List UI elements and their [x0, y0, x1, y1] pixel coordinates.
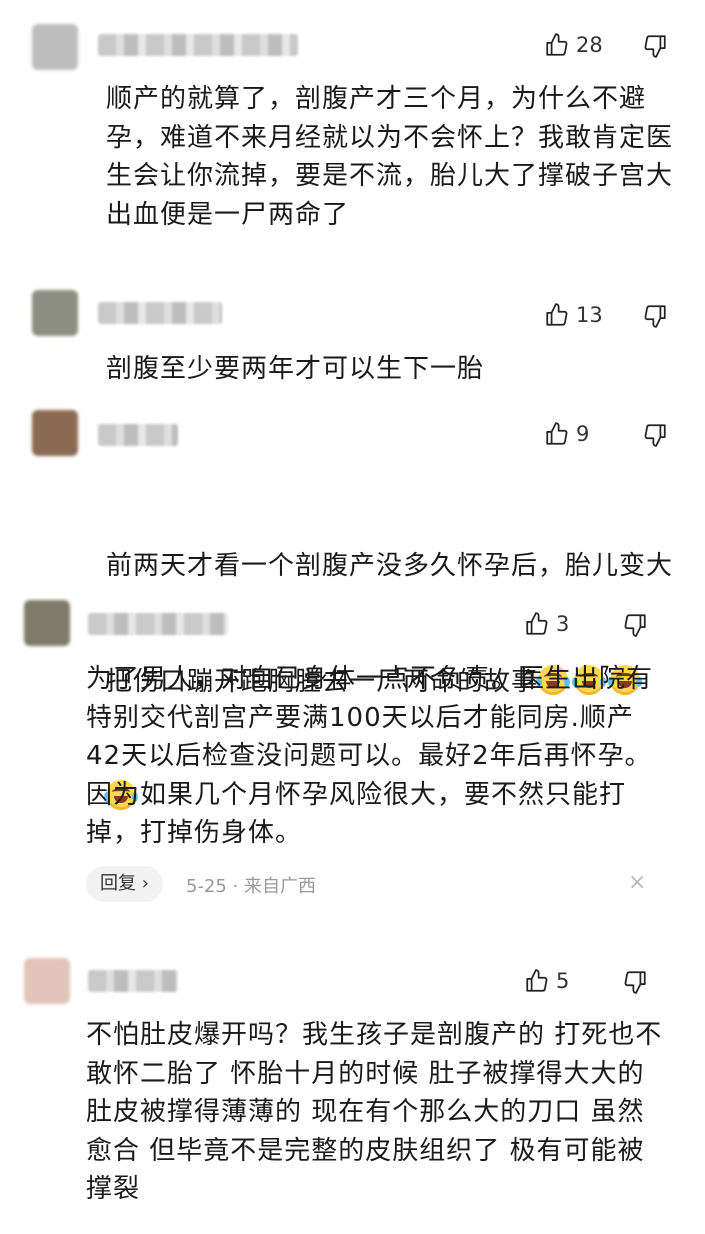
username-blurred[interactable]	[98, 34, 298, 56]
thumbs-up-icon	[524, 611, 550, 637]
avatar[interactable]	[24, 958, 70, 1004]
thumbs-up-icon	[524, 968, 550, 994]
comment-text: 顺产的就算了，剖腹产才三个月，为什么不避 孕，难道不来月经就以为不会怀上？我敢肯…	[106, 84, 674, 230]
avatar[interactable]	[32, 24, 78, 70]
comment-text: 不怕肚皮爆开吗？我生孩子是剖腹产的 打死也不 敢怀二胎了 怀胎十月的时候 肚子被…	[86, 1020, 663, 1204]
username-blurred[interactable]	[88, 970, 178, 992]
thumbs-down-icon[interactable]	[642, 422, 668, 448]
avatar[interactable]	[32, 410, 78, 456]
thumbs-up-icon	[544, 302, 570, 328]
thumbs-down-icon[interactable]	[622, 612, 648, 638]
avatar[interactable]	[24, 600, 70, 646]
thumbs-up-icon	[544, 32, 570, 58]
username-blurred[interactable]	[88, 613, 228, 635]
like-count: 28	[576, 33, 603, 57]
username-blurred[interactable]	[98, 424, 178, 446]
avatar[interactable]	[32, 290, 78, 336]
like-count: 9	[576, 422, 590, 446]
comment-meta: 5-25 · 来自广西	[186, 876, 317, 897]
like-count: 13	[576, 303, 603, 327]
comment-text: 剖腹至少要两年才可以生下一胎	[106, 354, 485, 384]
username-blurred[interactable]	[98, 302, 222, 324]
thumbs-down-icon[interactable]	[622, 969, 648, 995]
thumbs-down-icon[interactable]	[642, 303, 668, 329]
like-button[interactable]: 9	[544, 421, 589, 447]
like-button[interactable]: 5	[524, 968, 569, 994]
reply-button[interactable]: 回复 ›	[86, 866, 163, 902]
comment-text: 为了男人，对自已身体一点不负责。医生出院有 特别交代剖宫产要满100天以后才能同…	[86, 664, 654, 848]
like-button[interactable]: 3	[524, 611, 569, 637]
thumbs-down-icon[interactable]	[642, 33, 668, 59]
thumbs-up-icon	[544, 421, 570, 447]
comment-text-line: 前两天才看一个剖腹产没多久怀孕后，胎儿变大	[106, 551, 674, 581]
close-icon[interactable]: ×	[628, 870, 646, 895]
like-button[interactable]: 13	[544, 302, 603, 328]
like-count: 3	[556, 612, 570, 636]
like-button[interactable]: 28	[544, 32, 603, 58]
like-count: 5	[556, 969, 570, 993]
